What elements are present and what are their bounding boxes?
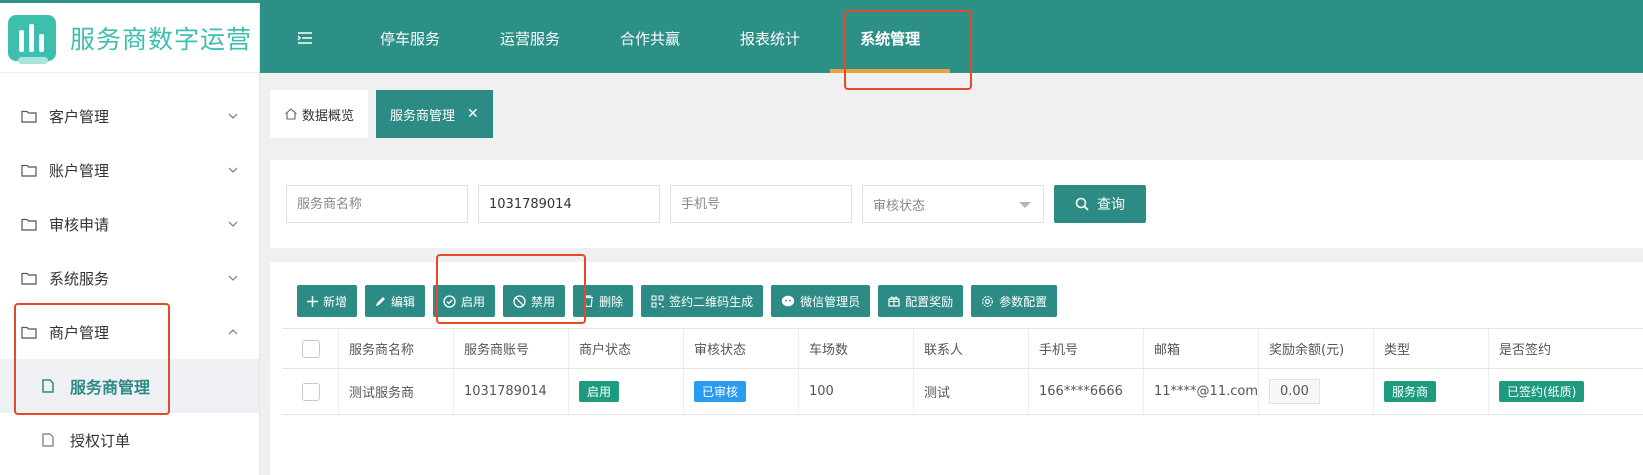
chevron-down-icon xyxy=(228,221,238,227)
sidebar-subitem-authorized-orders[interactable]: 授权订单 xyxy=(0,413,259,467)
column-header[interactable]: 车场数 xyxy=(799,329,914,368)
cell-lot-count: 100 xyxy=(799,369,914,414)
pencil-icon xyxy=(376,296,386,306)
tab-data-overview[interactable]: 数据概览 xyxy=(270,90,369,138)
add-button[interactable]: 新增 xyxy=(297,285,358,317)
sidebar-subitem-provider-management[interactable]: 服务商管理 xyxy=(0,359,259,413)
cell-phone: 166****6666 xyxy=(1029,369,1144,414)
plus-icon xyxy=(307,295,318,307)
cell-email: 11****@11.com xyxy=(1144,369,1259,414)
gift-icon xyxy=(888,296,900,307)
brand-logo[interactable]: 服务商数字运营 xyxy=(0,3,259,73)
provider-account-input[interactable] xyxy=(478,185,660,223)
column-header[interactable]: 联系人 xyxy=(914,329,1029,368)
close-icon[interactable]: ✕ xyxy=(467,106,479,122)
caret-down-icon xyxy=(1019,202,1031,208)
merchant-status-badge: 启用 xyxy=(579,381,620,402)
cell-provider-name: 测试服务商 xyxy=(339,369,454,414)
column-header[interactable]: 商户状态 xyxy=(569,329,684,368)
folder-icon xyxy=(21,110,37,123)
column-header[interactable]: 服务商名称 xyxy=(339,329,454,368)
edit-button[interactable]: 编辑 xyxy=(365,285,426,317)
sidebar-item-customer[interactable]: 客户管理 xyxy=(0,89,259,143)
configure-reward-button[interactable]: 配置奖励 xyxy=(878,285,964,317)
qrcode-icon xyxy=(651,295,664,307)
nav-cooperation[interactable]: 合作共赢 xyxy=(590,3,710,73)
chevron-up-icon xyxy=(228,329,238,335)
column-header[interactable]: 类型 xyxy=(1374,329,1489,368)
folder-icon xyxy=(21,272,37,285)
filter-bar: 审核状态 查询 xyxy=(270,160,1643,248)
tab-provider-management[interactable]: 服务商管理 ✕ xyxy=(376,90,493,138)
column-header[interactable]: 奖励余额(元) xyxy=(1259,329,1374,368)
wechat-icon xyxy=(781,295,795,306)
page-tabs: 数据概览 服务商管理 ✕ xyxy=(270,90,493,138)
gear-icon xyxy=(982,295,994,307)
sidebar-item-merchant[interactable]: 商户管理 xyxy=(0,305,259,359)
document-icon xyxy=(42,379,54,393)
column-header[interactable]: 手机号 xyxy=(1029,329,1144,368)
parameter-config-button[interactable]: 参数配置 xyxy=(971,285,1058,317)
cell-contact: 测试 xyxy=(914,369,1029,414)
sidebar-item-account[interactable]: 账户管理 xyxy=(0,143,259,197)
nav-operation-service[interactable]: 运营服务 xyxy=(470,3,590,73)
delete-button[interactable]: 删除 xyxy=(573,285,634,317)
table-row[interactable]: 测试服务商 1031789014 启用 已审核 100 测试 166****66… xyxy=(282,369,1643,415)
menu-fold-icon xyxy=(297,32,312,44)
ban-icon xyxy=(513,294,526,308)
nav-system-management[interactable]: 系统管理 xyxy=(830,3,951,73)
home-icon xyxy=(285,108,297,120)
provider-table: 服务商名称 服务商账号 商户状态 审核状态 车场数 联系人 手机号 邮箱 奖励余… xyxy=(282,328,1643,415)
disable-button[interactable]: 禁用 xyxy=(503,285,566,317)
top-navigation: 停车服务 运营服务 合作共赢 报表统计 系统管理 xyxy=(260,3,1643,73)
audit-status-select[interactable]: 审核状态 xyxy=(862,185,1044,223)
column-header[interactable]: 审核状态 xyxy=(684,329,799,368)
folder-icon xyxy=(21,164,37,177)
type-badge: 服务商 xyxy=(1384,381,1437,402)
check-circle-icon xyxy=(443,294,456,308)
provider-name-input[interactable] xyxy=(286,185,468,223)
chevron-down-icon xyxy=(228,275,238,281)
nav-reports[interactable]: 报表统计 xyxy=(710,3,830,73)
table-panel: 新增 编辑 启用 禁用 删除 签约二维码生成 微信管理员 配置奖励 参数配置 服… xyxy=(270,262,1643,475)
folder-icon xyxy=(21,218,37,231)
chevron-down-icon xyxy=(228,113,238,119)
table-header-row: 服务商名称 服务商账号 商户状态 审核状态 车场数 联系人 手机号 邮箱 奖励余… xyxy=(282,329,1643,369)
column-header[interactable]: 邮箱 xyxy=(1144,329,1259,368)
search-icon xyxy=(1075,197,1089,211)
folder-icon xyxy=(21,326,37,339)
document-icon xyxy=(42,433,54,447)
action-toolbar: 新增 编辑 启用 禁用 删除 签约二维码生成 微信管理员 配置奖励 参数配置 xyxy=(297,285,1058,317)
qrcode-generate-button[interactable]: 签约二维码生成 xyxy=(641,285,764,317)
cell-provider-account: 1031789014 xyxy=(454,369,569,414)
trash-icon xyxy=(584,295,594,307)
column-header[interactable]: 是否签约 xyxy=(1489,329,1593,368)
sidebar-menu: 客户管理 账户管理 审核申请 系统服务 商户管理 服务商管理 授权订单 xyxy=(0,73,259,467)
sidebar-item-system-service[interactable]: 系统服务 xyxy=(0,251,259,305)
menu-toggle-button[interactable] xyxy=(260,3,350,73)
phone-input[interactable] xyxy=(670,185,852,223)
wechat-admin-button[interactable]: 微信管理员 xyxy=(771,285,871,317)
nav-parking-service[interactable]: 停车服务 xyxy=(350,3,470,73)
brand-name: 服务商数字运营 xyxy=(70,24,253,54)
row-checkbox[interactable] xyxy=(302,382,320,401)
audit-status-badge: 已审核 xyxy=(694,381,747,402)
reward-balance-value: 0.00 xyxy=(1269,379,1320,404)
chevron-down-icon xyxy=(228,167,238,173)
sidebar: 服务商数字运营 客户管理 账户管理 审核申请 系统服务 商户管理 服务商管理 授… xyxy=(0,3,260,475)
select-all-checkbox[interactable] xyxy=(302,339,320,358)
query-button[interactable]: 查询 xyxy=(1054,185,1146,223)
enable-button[interactable]: 启用 xyxy=(433,285,496,317)
column-header[interactable]: 服务商账号 xyxy=(454,329,569,368)
sidebar-item-audit[interactable]: 审核申请 xyxy=(0,197,259,251)
signed-status-badge: 已签约(纸质) xyxy=(1499,381,1585,402)
bar-chart-icon xyxy=(8,14,56,61)
